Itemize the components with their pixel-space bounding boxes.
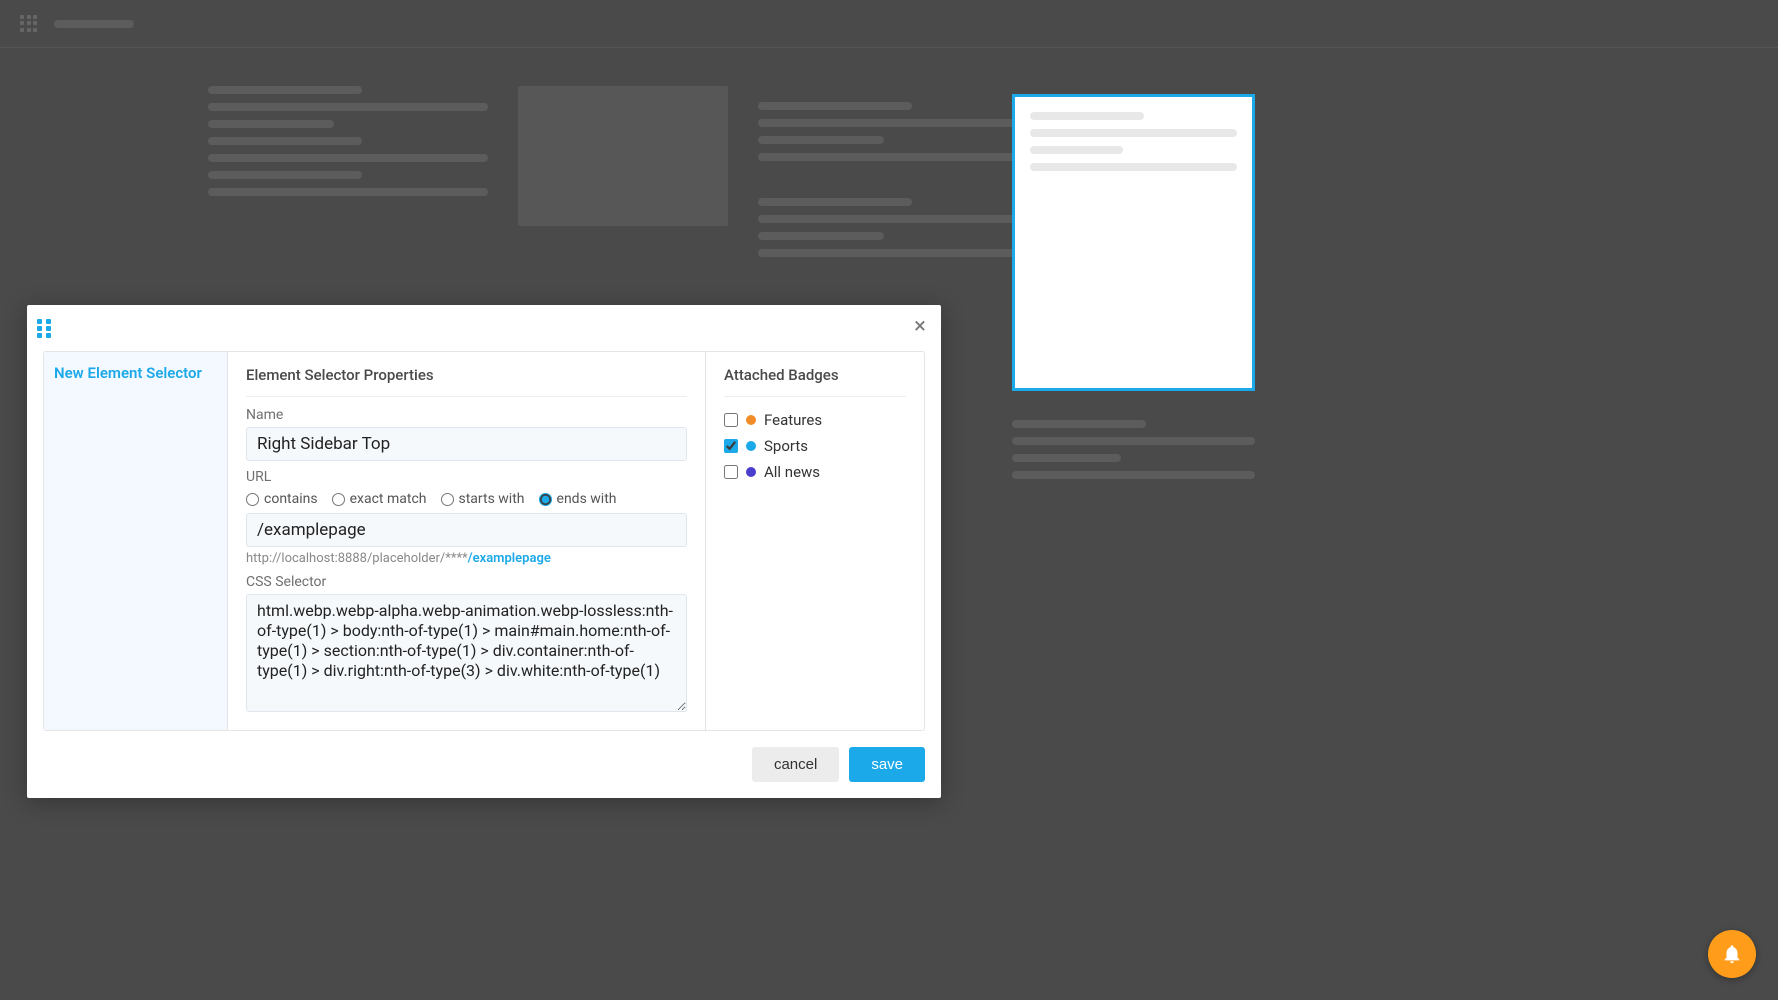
badge-label: All news: [764, 463, 820, 481]
url-hint-match: /examplepage: [468, 551, 551, 566]
badge-color-dot: [746, 415, 756, 425]
save-button[interactable]: save: [849, 747, 925, 782]
url-label: URL: [246, 469, 687, 485]
modal-footer: cancel save: [27, 731, 941, 798]
radio-ends[interactable]: [539, 493, 552, 506]
url-hint: http://localhost:8888/placeholder/****/e…: [246, 551, 687, 566]
badge-label: Sports: [764, 437, 808, 455]
badge-row[interactable]: Sports: [724, 433, 906, 459]
url-option-contains[interactable]: contains: [246, 491, 318, 507]
badge-row[interactable]: All news: [724, 459, 906, 485]
bell-icon: [1721, 943, 1743, 965]
url-option-exact[interactable]: exact match: [332, 491, 427, 507]
radio-exact[interactable]: [332, 493, 345, 506]
selected-element-highlight: [1012, 94, 1255, 391]
drag-handle-icon[interactable]: [37, 319, 53, 335]
modal-body: New Element Selector Element Selector Pr…: [43, 351, 925, 731]
topbar: [0, 0, 1778, 48]
breadcrumb-placeholder: [54, 20, 134, 28]
url-hint-base: http://localhost:8888/placeholder/****: [246, 551, 468, 566]
bg-skeleton-columns: [208, 86, 1038, 266]
badge-color-dot: [746, 467, 756, 477]
url-input[interactable]: [246, 513, 687, 547]
badges-panel: Attached Badges Features Sports All news: [706, 352, 924, 730]
badges-heading: Attached Badges: [724, 366, 906, 397]
new-selector-title: New Element Selector: [54, 364, 217, 382]
url-option-starts[interactable]: starts with: [441, 491, 525, 507]
badge-row[interactable]: Features: [724, 407, 906, 433]
badge-checkbox[interactable]: [724, 413, 738, 427]
element-selector-modal: × New Element Selector Element Selector …: [27, 305, 941, 798]
name-input[interactable]: [246, 427, 687, 461]
selector-list-panel: New Element Selector: [44, 352, 228, 730]
modal-header: ×: [27, 305, 941, 341]
url-option-ends[interactable]: ends with: [539, 491, 617, 507]
radio-contains[interactable]: [246, 493, 259, 506]
url-match-radio-group: contains exact match starts with ends wi…: [246, 491, 687, 507]
properties-heading: Element Selector Properties: [246, 366, 687, 397]
bg-skeleton-lower: [1012, 420, 1255, 488]
radio-starts[interactable]: [441, 493, 454, 506]
close-button[interactable]: ×: [911, 318, 929, 336]
name-label: Name: [246, 407, 687, 423]
notifications-fab[interactable]: [1708, 930, 1756, 978]
badge-color-dot: [746, 441, 756, 451]
properties-panel: Element Selector Properties Name URL con…: [228, 352, 706, 730]
app-menu-icon[interactable]: [20, 15, 38, 33]
badge-checkbox[interactable]: [724, 439, 738, 453]
css-selector-textarea[interactable]: [246, 594, 687, 712]
badge-checkbox[interactable]: [724, 465, 738, 479]
cancel-button[interactable]: cancel: [752, 747, 839, 782]
css-label: CSS Selector: [246, 574, 687, 590]
badge-label: Features: [764, 411, 822, 429]
